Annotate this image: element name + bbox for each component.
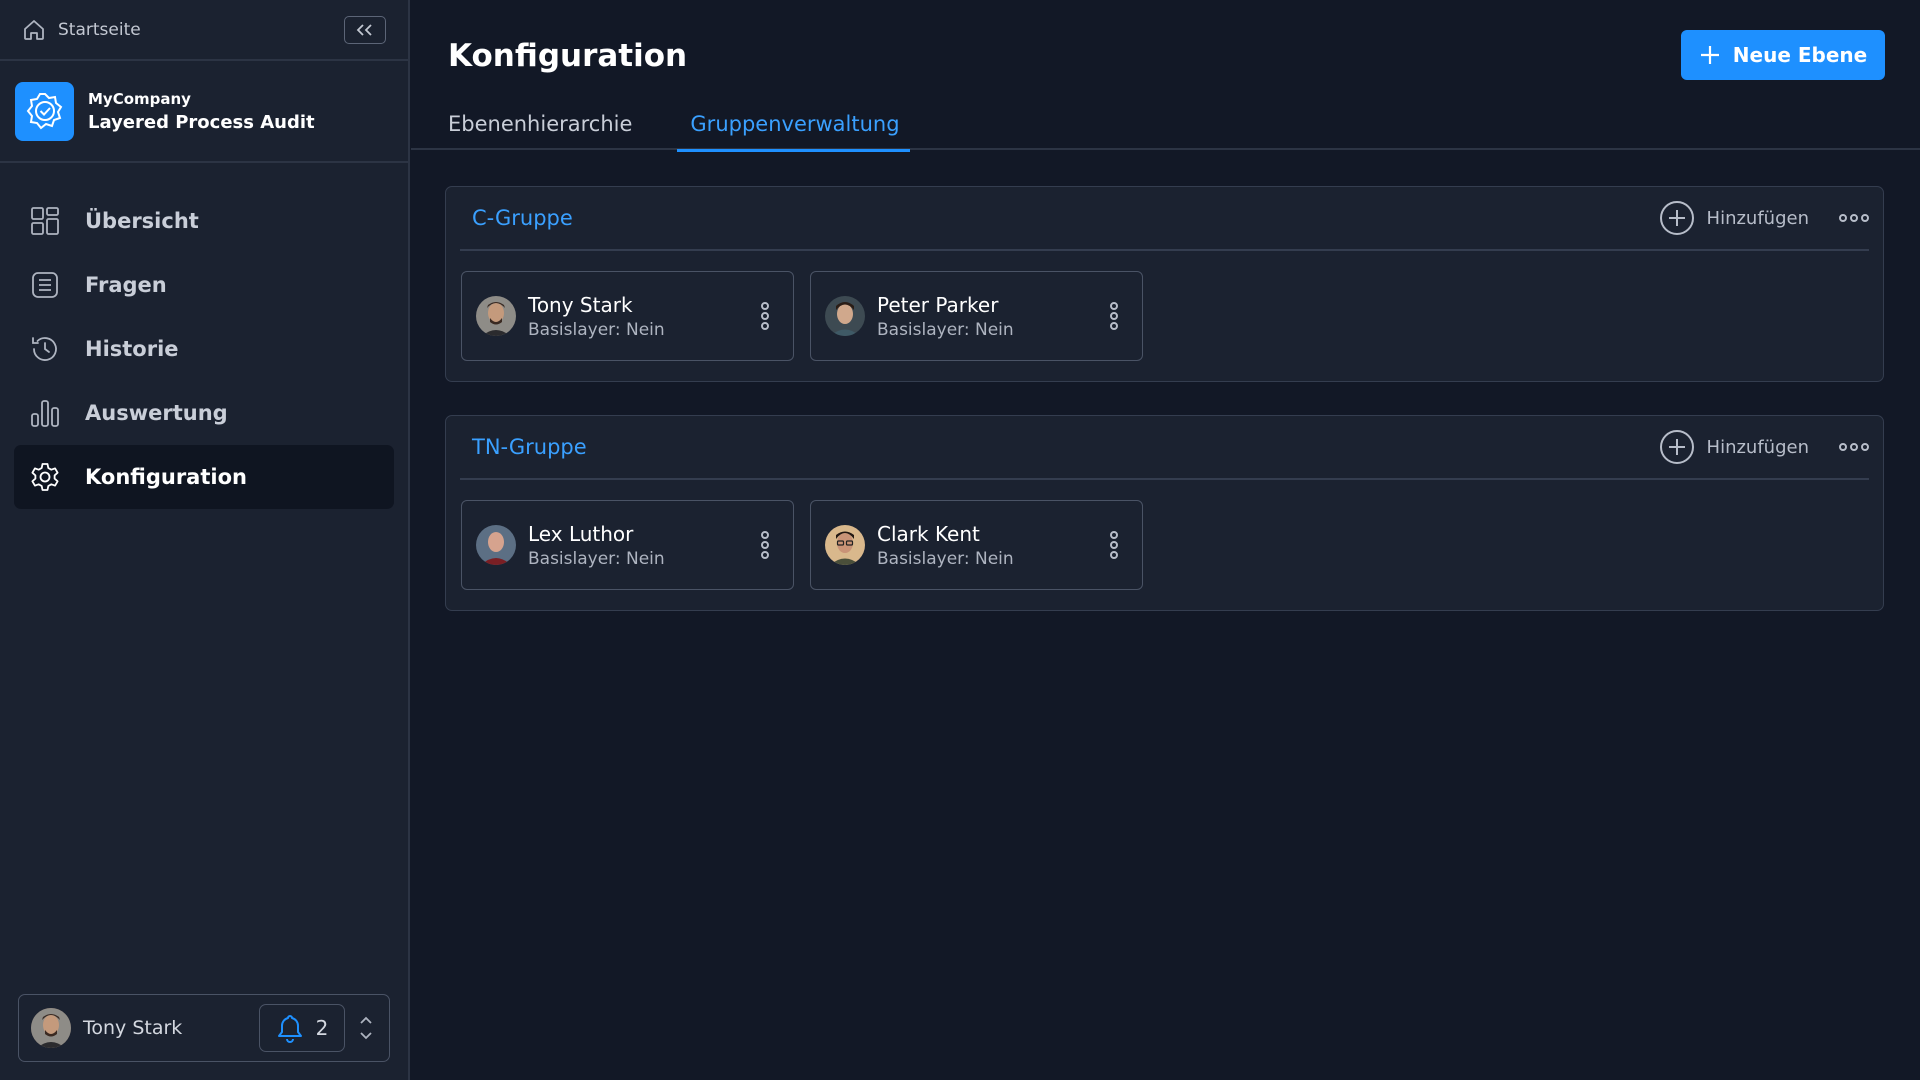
more-vertical-icon[interactable] — [1110, 302, 1118, 330]
list-icon — [29, 269, 61, 301]
avatar — [476, 296, 516, 336]
more-vertical-icon[interactable] — [761, 302, 769, 330]
brand-app-name: Layered Process Audit — [88, 111, 315, 133]
plus-circle-icon — [1659, 201, 1694, 235]
member-base-layer: Basislayer: Nein — [877, 319, 1014, 340]
avatar — [825, 525, 865, 565]
page-title: Konfiguration — [448, 38, 688, 74]
grid-icon — [29, 205, 61, 237]
chevron-up-down-icon — [360, 1016, 372, 1040]
tab-ebenenhierarchie[interactable]: Ebenenhierarchie — [448, 100, 632, 150]
home-link[interactable]: Startseite — [0, 0, 408, 61]
account-switcher[interactable] — [355, 1014, 377, 1042]
sidebar-item-label: Konfiguration — [85, 465, 247, 489]
group-header: C-Gruppe Hinzufügen — [460, 187, 1869, 251]
chevrons-left-icon — [356, 23, 372, 36]
group-header: TN-Gruppe Hinzufügen — [460, 416, 1869, 480]
member-card[interactable]: Tony Stark Basislayer: Nein — [461, 271, 794, 361]
member-name: Tony Stark — [528, 292, 633, 317]
more-options-icon[interactable] — [1839, 443, 1869, 451]
add-member-button[interactable]: Hinzufügen — [1659, 429, 1809, 465]
sidebar-nav: Übersicht Fragen Historie Auswertung Kon… — [0, 163, 408, 509]
more-vertical-icon[interactable] — [761, 531, 769, 559]
plus-circle-icon — [1659, 430, 1694, 464]
new-level-label: Neue Ebene — [1732, 43, 1868, 67]
avatar — [825, 296, 865, 336]
brand: MyCompany Layered Process Audit — [0, 61, 408, 163]
member-name: Lex Luthor — [528, 521, 634, 546]
tab-bar: Ebenenhierarchie Gruppenverwaltung — [411, 100, 1920, 152]
home-icon — [24, 19, 44, 40]
sidebar-item-auswertung[interactable]: Auswertung — [14, 381, 394, 445]
member-base-layer: Basislayer: Nein — [528, 319, 665, 340]
user-name: Tony Stark — [83, 1017, 183, 1039]
sidebar-item-label: Historie — [85, 337, 179, 361]
group-title: TN-Gruppe — [472, 435, 587, 459]
notification-count: 2 — [315, 1016, 329, 1040]
member-card[interactable]: Clark Kent Basislayer: Nein — [810, 500, 1143, 590]
sidebar-item-historie[interactable]: Historie — [14, 317, 394, 381]
avatar — [31, 1008, 71, 1048]
group-card: C-Gruppe Hinzufügen Tony Stark Basislaye… — [445, 186, 1884, 382]
brand-company: MyCompany — [88, 89, 191, 108]
sidebar-item-label: Übersicht — [85, 209, 199, 233]
add-member-button[interactable]: Hinzufügen — [1659, 200, 1809, 236]
sidebar-item-fragen[interactable]: Fragen — [14, 253, 394, 317]
tab-gruppenverwaltung[interactable]: Gruppenverwaltung — [677, 100, 910, 152]
sidebar-item-label: Auswertung — [85, 401, 228, 425]
sidebar: Startseite MyCompany Layered Process Aud… — [0, 0, 410, 1080]
badge-check-icon — [15, 81, 74, 141]
plus-icon — [1700, 46, 1719, 64]
member-name: Peter Parker — [877, 292, 999, 317]
avatar — [476, 525, 516, 565]
group-title: C-Gruppe — [472, 206, 573, 230]
gear-icon — [29, 461, 61, 493]
member-name: Clark Kent — [877, 521, 980, 546]
collapse-sidebar-button[interactable] — [344, 15, 386, 44]
more-vertical-icon[interactable] — [1110, 531, 1118, 559]
more-options-icon[interactable] — [1839, 214, 1869, 222]
member-base-layer: Basislayer: Nein — [877, 548, 1014, 569]
bell-icon — [277, 1015, 302, 1043]
member-list: Lex Luthor Basislayer: Nein Clark Kent B… — [446, 480, 1883, 610]
add-member-label: Hinzufügen — [1706, 207, 1809, 229]
add-member-label: Hinzufügen — [1706, 436, 1809, 458]
member-base-layer: Basislayer: Nein — [528, 548, 665, 569]
history-icon — [29, 333, 61, 365]
bar-chart-icon — [29, 397, 61, 429]
new-level-button[interactable]: Neue Ebene — [1681, 30, 1885, 80]
sidebar-item-label: Fragen — [85, 273, 167, 297]
main-content: Konfiguration Neue Ebene Ebenenhierarchi… — [411, 0, 1920, 1080]
notifications-button[interactable]: 2 — [259, 1004, 345, 1052]
sidebar-item-uebersicht[interactable]: Übersicht — [14, 189, 394, 253]
member-card[interactable]: Peter Parker Basislayer: Nein — [810, 271, 1143, 361]
sidebar-item-konfiguration[interactable]: Konfiguration — [14, 445, 394, 509]
member-card[interactable]: Lex Luthor Basislayer: Nein — [461, 500, 794, 590]
group-card: TN-Gruppe Hinzufügen Lex Luthor Basislay… — [445, 415, 1884, 611]
user-panel[interactable]: Tony Stark 2 — [18, 994, 390, 1062]
member-list: Tony Stark Basislayer: Nein Peter Parker — [446, 251, 1883, 381]
home-label: Startseite — [58, 19, 141, 40]
